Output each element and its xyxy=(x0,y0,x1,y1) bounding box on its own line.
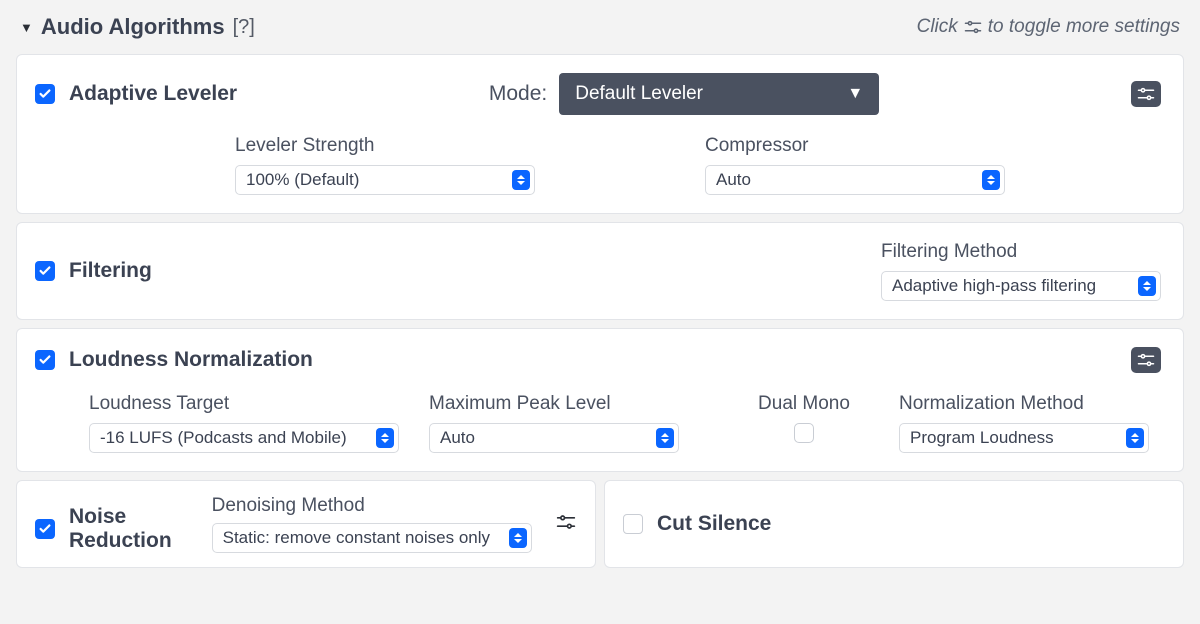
noise-reduction-title: Noise Reduction xyxy=(69,505,188,553)
peak-level-label: Maximum Peak Level xyxy=(429,393,709,415)
leveler-strength-value: 100% (Default) xyxy=(246,170,359,190)
leveler-settings-toggle[interactable] xyxy=(1131,81,1161,107)
section-title: Audio Algorithms xyxy=(41,14,225,40)
mode-label: Mode: xyxy=(489,82,547,106)
stepper-icon xyxy=(376,428,394,448)
noise-settings-toggle[interactable] xyxy=(556,510,577,534)
dual-mono-label: Dual Mono xyxy=(758,393,850,415)
normalization-checkbox[interactable] xyxy=(35,350,55,370)
denoising-method-label: Denoising Method xyxy=(212,495,532,517)
normalization-method-value: Program Loudness xyxy=(910,428,1054,448)
filtering-panel: Filtering Filtering Method Adaptive high… xyxy=(16,222,1184,320)
leveler-strength-label: Leveler Strength xyxy=(235,135,555,157)
denoising-method-select[interactable]: Static: remove constant noises only xyxy=(212,523,532,553)
chevron-down-icon: ▼ xyxy=(847,85,863,103)
hint-text-prefix: Click xyxy=(917,16,958,38)
section-header-left: ▼ Audio Algorithms [?] xyxy=(20,14,255,40)
filtering-method-select[interactable]: Adaptive high-pass filtering xyxy=(881,271,1161,301)
noise-reduction-checkbox[interactable] xyxy=(35,519,55,539)
leveler-mode-value: Default Leveler xyxy=(575,83,703,105)
noise-reduction-panel: Noise Reduction Denoising Method Static:… xyxy=(16,480,596,568)
compressor-value: Auto xyxy=(716,170,751,190)
disclosure-triangle-icon[interactable]: ▼ xyxy=(20,20,33,35)
filtering-title: Filtering xyxy=(69,259,152,283)
help-link[interactable]: [?] xyxy=(233,16,255,39)
adaptive-leveler-panel: Adaptive Leveler Mode: Default Leveler ▼… xyxy=(16,54,1184,214)
stepper-icon xyxy=(1126,428,1144,448)
normalization-title: Loudness Normalization xyxy=(69,348,313,372)
filtering-method-label: Filtering Method xyxy=(881,241,1161,263)
normalization-settings-toggle[interactable] xyxy=(1131,347,1161,373)
filtering-checkbox[interactable] xyxy=(35,261,55,281)
loudness-target-select[interactable]: -16 LUFS (Podcasts and Mobile) xyxy=(89,423,399,453)
leveler-strength-select[interactable]: 100% (Default) xyxy=(235,165,535,195)
peak-level-value: Auto xyxy=(440,428,475,448)
stepper-icon xyxy=(512,170,530,190)
adaptive-leveler-checkbox[interactable] xyxy=(35,84,55,104)
filtering-method-value: Adaptive high-pass filtering xyxy=(892,276,1096,296)
stepper-icon xyxy=(509,528,527,548)
loudness-normalization-panel: Loudness Normalization Loudness Target -… xyxy=(16,328,1184,472)
dual-mono-checkbox[interactable] xyxy=(794,423,814,443)
compressor-select[interactable]: Auto xyxy=(705,165,1005,195)
leveler-mode-select[interactable]: Default Leveler ▼ xyxy=(559,73,879,115)
denoising-method-value: Static: remove constant noises only xyxy=(223,528,490,548)
peak-level-select[interactable]: Auto xyxy=(429,423,679,453)
cut-silence-title: Cut Silence xyxy=(657,512,771,536)
adaptive-leveler-title: Adaptive Leveler xyxy=(69,82,237,106)
stepper-icon xyxy=(656,428,674,448)
stepper-icon xyxy=(982,170,1000,190)
stepper-icon xyxy=(1138,276,1156,296)
normalization-method-select[interactable]: Program Loudness xyxy=(899,423,1149,453)
cut-silence-panel: Cut Silence xyxy=(604,480,1184,568)
compressor-label: Compressor xyxy=(705,135,1025,157)
normalization-method-label: Normalization Method xyxy=(899,393,1179,415)
loudness-target-label: Loudness Target xyxy=(89,393,429,415)
hint-text-suffix: to toggle more settings xyxy=(988,16,1180,38)
cut-silence-checkbox[interactable] xyxy=(623,514,643,534)
section-header: ▼ Audio Algorithms [?] Click to toggle m… xyxy=(16,14,1184,40)
sliders-icon xyxy=(964,20,982,34)
loudness-target-value: -16 LUFS (Podcasts and Mobile) xyxy=(100,428,347,448)
settings-hint: Click to toggle more settings xyxy=(917,16,1180,38)
